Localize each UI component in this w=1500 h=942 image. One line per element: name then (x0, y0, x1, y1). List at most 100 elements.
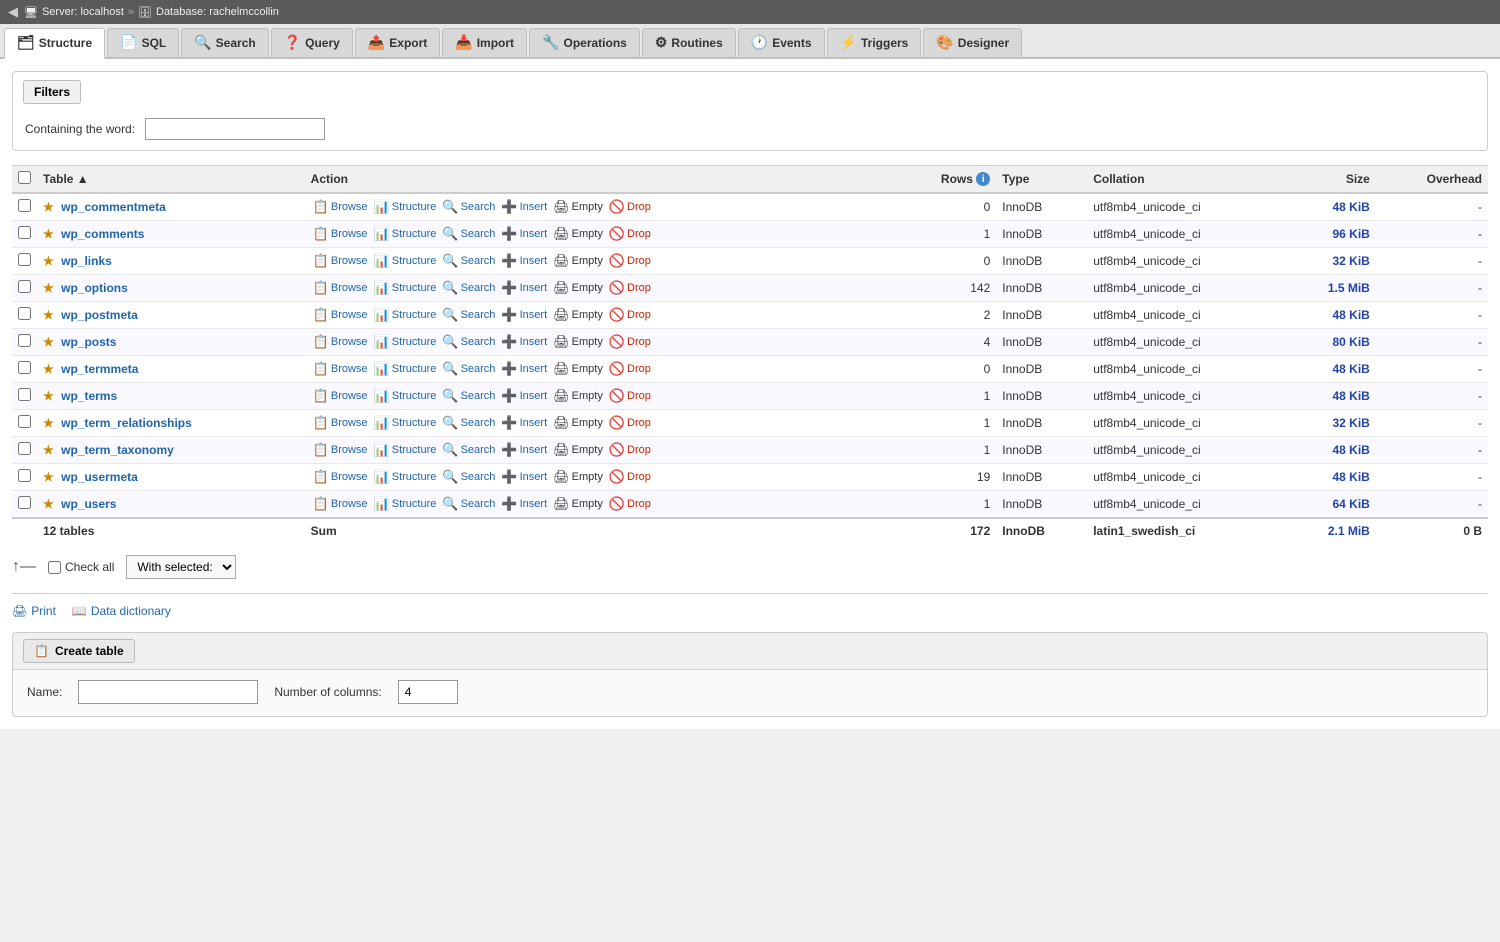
tab-query[interactable]: ❓Query (271, 28, 353, 57)
search-btn[interactable]: 🔍Search (440, 414, 497, 432)
drop-btn[interactable]: 🚫Drop (607, 441, 653, 459)
star-icon[interactable]: ★ (43, 389, 54, 403)
browse-btn[interactable]: 📋Browse (311, 252, 370, 270)
insert-btn[interactable]: ➕Insert (499, 495, 549, 513)
row-checkbox[interactable] (18, 280, 31, 293)
empty-btn[interactable]: 🖨Empty (551, 333, 605, 351)
table-name-link[interactable]: wp_posts (61, 335, 116, 349)
drop-btn[interactable]: 🚫Drop (607, 333, 653, 351)
check-all-label[interactable]: Check all (48, 560, 114, 574)
search-btn[interactable]: 🔍Search (440, 333, 497, 351)
insert-btn[interactable]: ➕Insert (499, 333, 549, 351)
browse-btn[interactable]: 📋Browse (311, 414, 370, 432)
row-checkbox[interactable] (18, 442, 31, 455)
insert-btn[interactable]: ➕Insert (499, 414, 549, 432)
browse-btn[interactable]: 📋Browse (311, 441, 370, 459)
search-btn[interactable]: 🔍Search (440, 306, 497, 324)
drop-btn[interactable]: 🚫Drop (607, 414, 653, 432)
structure-btn[interactable]: 📊Structure (372, 225, 439, 243)
rows-info-icon[interactable]: i (976, 172, 990, 186)
insert-btn[interactable]: ➕Insert (499, 360, 549, 378)
insert-btn[interactable]: ➕Insert (499, 252, 549, 270)
empty-btn[interactable]: 🖨Empty (551, 225, 605, 243)
tab-operations[interactable]: 🔧Operations (529, 28, 640, 57)
table-name-link[interactable]: wp_comments (61, 227, 144, 241)
filters-input[interactable] (145, 118, 325, 140)
star-icon[interactable]: ★ (43, 497, 54, 511)
row-checkbox[interactable] (18, 253, 31, 266)
insert-btn[interactable]: ➕Insert (499, 468, 549, 486)
drop-btn[interactable]: 🚫Drop (607, 225, 653, 243)
structure-btn[interactable]: 📊Structure (372, 198, 439, 216)
row-checkbox[interactable] (18, 334, 31, 347)
table-name-link[interactable]: wp_term_relationships (61, 416, 192, 430)
browse-btn[interactable]: 📋Browse (311, 387, 370, 405)
row-checkbox[interactable] (18, 199, 31, 212)
row-checkbox[interactable] (18, 388, 31, 401)
browse-btn[interactable]: 📋Browse (311, 468, 370, 486)
insert-btn[interactable]: ➕Insert (499, 225, 549, 243)
browse-btn[interactable]: 📋Browse (311, 279, 370, 297)
empty-btn[interactable]: 🖨Empty (551, 414, 605, 432)
row-checkbox[interactable] (18, 361, 31, 374)
tab-triggers[interactable]: ⚡Triggers (827, 28, 922, 57)
with-selected-dropdown[interactable]: With selected:BrowseDropEmptyExport (126, 555, 236, 579)
drop-btn[interactable]: 🚫Drop (607, 360, 653, 378)
uncheck-arrow-icon[interactable]: ↑— (12, 558, 36, 576)
insert-btn[interactable]: ➕Insert (499, 306, 549, 324)
table-name-link[interactable]: wp_users (61, 497, 116, 511)
star-icon[interactable]: ★ (43, 335, 54, 349)
table-name-link[interactable]: wp_commentmeta (61, 200, 166, 214)
empty-btn[interactable]: 🖨Empty (551, 495, 605, 513)
back-button[interactable]: ◀ (8, 4, 18, 20)
check-all-checkbox[interactable] (48, 561, 61, 574)
star-icon[interactable]: ★ (43, 308, 54, 322)
star-icon[interactable]: ★ (43, 362, 54, 376)
filters-toggle-button[interactable]: Filters (23, 80, 81, 104)
structure-btn[interactable]: 📊Structure (372, 360, 439, 378)
star-icon[interactable]: ★ (43, 416, 54, 430)
tab-designer[interactable]: 🎨Designer (923, 28, 1022, 57)
tab-routines[interactable]: ⚙Routines (642, 28, 736, 57)
structure-btn[interactable]: 📊Structure (372, 306, 439, 324)
structure-btn[interactable]: 📊Structure (372, 333, 439, 351)
row-checkbox[interactable] (18, 415, 31, 428)
structure-btn[interactable]: 📊Structure (372, 414, 439, 432)
sort-icon[interactable]: ▲ (77, 172, 89, 186)
empty-btn[interactable]: 🖨Empty (551, 387, 605, 405)
select-all-checkbox[interactable] (18, 171, 31, 184)
tab-search[interactable]: 🔍Search (181, 28, 268, 57)
empty-btn[interactable]: 🖨Empty (551, 441, 605, 459)
table-name-link[interactable]: wp_options (61, 281, 128, 295)
drop-btn[interactable]: 🚫Drop (607, 387, 653, 405)
search-btn[interactable]: 🔍Search (440, 468, 497, 486)
empty-btn[interactable]: 🖨Empty (551, 360, 605, 378)
table-name-link[interactable]: wp_usermeta (61, 470, 138, 484)
row-checkbox[interactable] (18, 469, 31, 482)
search-btn[interactable]: 🔍Search (440, 387, 497, 405)
empty-btn[interactable]: 🖨Empty (551, 198, 605, 216)
drop-btn[interactable]: 🚫Drop (607, 468, 653, 486)
search-btn[interactable]: 🔍Search (440, 225, 497, 243)
drop-btn[interactable]: 🚫Drop (607, 198, 653, 216)
star-icon[interactable]: ★ (43, 200, 54, 214)
empty-btn[interactable]: 🖨Empty (551, 468, 605, 486)
insert-btn[interactable]: ➕Insert (499, 198, 549, 216)
structure-btn[interactable]: 📊Structure (372, 468, 439, 486)
row-checkbox[interactable] (18, 226, 31, 239)
search-btn[interactable]: 🔍Search (440, 279, 497, 297)
structure-btn[interactable]: 📊Structure (372, 495, 439, 513)
structure-btn[interactable]: 📊Structure (372, 279, 439, 297)
data-dictionary-link[interactable]: 📖Data dictionary (72, 604, 171, 618)
browse-btn[interactable]: 📋Browse (311, 360, 370, 378)
star-icon[interactable]: ★ (43, 227, 54, 241)
tab-structure[interactable]: 🗂Structure (4, 28, 105, 59)
structure-btn[interactable]: 📊Structure (372, 441, 439, 459)
empty-btn[interactable]: 🖨Empty (551, 306, 605, 324)
tab-import[interactable]: 📥Import (442, 28, 527, 57)
insert-btn[interactable]: ➕Insert (499, 441, 549, 459)
create-table-name-input[interactable] (78, 680, 258, 704)
star-icon[interactable]: ★ (43, 470, 54, 484)
row-checkbox[interactable] (18, 307, 31, 320)
browse-btn[interactable]: 📋Browse (311, 495, 370, 513)
